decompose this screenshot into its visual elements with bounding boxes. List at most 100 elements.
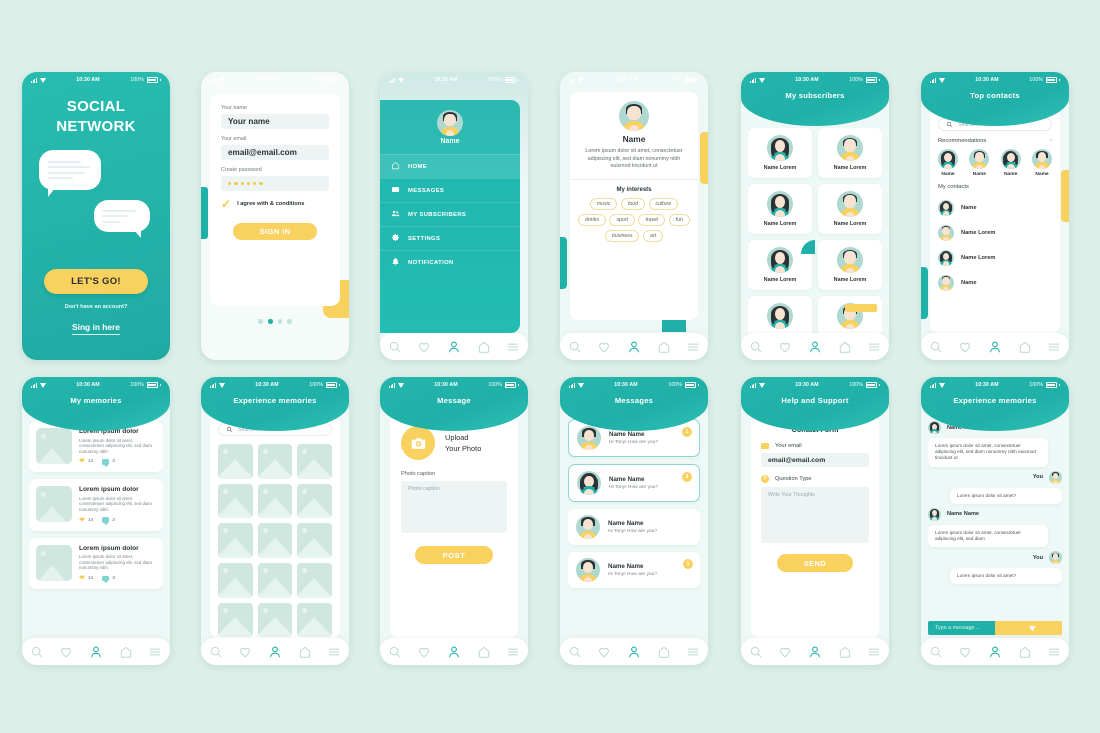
subscriber-card[interactable]: Name Lorem [818,128,882,178]
photo-tile[interactable] [218,602,253,638]
field-input-1[interactable]: email@email.com [221,145,329,160]
nav-search-icon[interactable] [388,340,402,354]
subscriber-card[interactable]: Name Lorem [818,296,882,333]
contact-row[interactable]: Name Lorem [938,245,1052,270]
nav-home-icon[interactable] [657,340,671,354]
interest-tag[interactable]: business [604,229,640,242]
memory-card[interactable]: Lorem ipsum dolor Lorem ipsum dolor sit … [29,537,163,589]
nav-search-icon[interactable] [929,340,943,354]
nav-profile-icon[interactable] [447,340,461,354]
interest-tag[interactable]: music [589,197,618,211]
recommendation-item[interactable]: Name [1031,149,1052,177]
nav-menu-icon[interactable] [1047,645,1061,659]
subscriber-card[interactable]: Name Lorem [818,240,882,290]
bottom-nav[interactable] [560,333,708,360]
nav-heart-icon[interactable] [778,340,792,354]
pagination-dot-1[interactable] [258,319,263,324]
post-button[interactable]: POST [415,546,493,564]
message-input[interactable]: Type a message ... [928,621,1062,635]
photo-tile[interactable] [218,523,253,558]
menu-item-my-subscribers[interactable]: MY SUBSCRIBERS [380,202,520,226]
nav-search-icon[interactable] [568,645,582,659]
contact-row[interactable]: Name [938,270,1052,295]
subscriber-card[interactable]: Name Lorem [748,184,812,234]
nav-search-icon[interactable] [30,645,44,659]
send-icon[interactable] [995,621,1062,635]
menu-item-messages[interactable]: MESSAGES [380,178,520,202]
interest-tag[interactable]: fun [668,213,690,227]
menu-item-notification[interactable]: NOTIFICATION [380,250,520,274]
nav-profile-icon[interactable] [89,645,103,659]
nav-profile-icon[interactable] [808,645,822,659]
pagination-dot-2[interactable] [267,319,273,324]
recommendation-item[interactable]: Name [969,149,990,177]
photo-tile[interactable] [297,523,332,559]
memory-card[interactable]: Lorem ipsum dolor Lorem ipsum dolor sit … [29,479,163,531]
nav-menu-icon[interactable] [148,645,162,659]
lets-go-button[interactable]: LET'S GO! [44,269,148,294]
menu-item-settings[interactable]: SETTINGS [380,226,520,250]
bottom-nav[interactable] [741,638,889,665]
nav-home-icon[interactable] [657,645,671,659]
bottom-nav[interactable] [921,638,1069,665]
recommendations-header[interactable]: Recommendations › [938,138,1052,144]
check-icon[interactable]: ✓ [221,198,231,210]
bottom-nav[interactable] [380,333,528,360]
interest-tag[interactable]: travel [638,213,666,227]
message-thread[interactable]: Name Name Hi Tony! How are you? 1 [568,552,700,588]
photo-tile[interactable] [257,602,293,638]
photo-tile[interactable] [218,483,253,519]
nav-heart-icon[interactable] [958,340,972,354]
password-input[interactable] [221,176,329,191]
photo-tile[interactable] [218,563,253,598]
nav-menu-icon[interactable] [506,340,520,354]
contact-row[interactable]: Name Lorem [938,220,1052,245]
nav-profile-icon[interactable] [808,340,822,354]
like-count[interactable]: ❤ 14 [79,575,93,582]
photo-tile[interactable] [297,483,332,519]
nav-home-icon[interactable] [838,340,852,354]
terms-row[interactable]: ✓ I agree with & conditions [221,198,329,210]
pagination-dot-3[interactable] [277,319,283,324]
email-field[interactable]: email@email.com [761,453,869,467]
interest-tag[interactable]: sport [609,213,635,227]
nav-search-icon[interactable] [929,645,943,659]
nav-profile-icon[interactable] [988,645,1002,659]
pagination-dots[interactable] [201,319,349,324]
nav-search-icon[interactable] [209,645,223,659]
nav-home-icon[interactable] [1018,645,1032,659]
send-button[interactable]: SEND [777,554,853,572]
thoughts-textarea[interactable]: Write Your Thoughts [761,487,869,543]
nav-home-icon[interactable] [477,340,491,354]
message-thread[interactable]: Name Name Hi Tony! How are you? [568,509,700,545]
comment-count[interactable]: 3 [102,517,115,525]
contact-row[interactable]: Name [938,195,1052,220]
nav-profile-icon[interactable] [268,645,282,659]
photo-tile[interactable] [297,563,332,598]
nav-home-icon[interactable] [838,645,852,659]
nav-home-icon[interactable] [298,645,312,659]
nav-home-icon[interactable] [1018,340,1032,354]
bottom-nav[interactable] [22,638,170,665]
bottom-nav[interactable] [560,638,708,665]
photo-tile[interactable] [257,483,293,519]
nav-menu-icon[interactable] [1047,340,1061,354]
bottom-nav[interactable] [201,638,349,665]
nav-heart-icon[interactable] [238,645,252,659]
nav-menu-icon[interactable] [506,645,520,659]
photo-tile[interactable] [297,602,332,638]
recommendation-item[interactable]: Name [938,149,958,177]
nav-heart-icon[interactable] [59,645,73,659]
drawer-profile[interactable]: Name [380,100,520,154]
sign-in-link[interactable]: Sing in here [22,322,170,335]
field-input-0[interactable]: Your name [221,114,329,129]
sign-in-button[interactable]: SIGN IN [233,223,317,240]
nav-profile-icon[interactable] [447,645,461,659]
nav-search-icon[interactable] [568,340,582,354]
photo-tile[interactable] [257,563,293,598]
nav-profile-icon[interactable] [627,645,641,659]
nav-menu-icon[interactable] [867,340,881,354]
nav-home-icon[interactable] [477,645,491,659]
nav-search-icon[interactable] [749,340,763,354]
bottom-nav[interactable] [380,638,528,665]
